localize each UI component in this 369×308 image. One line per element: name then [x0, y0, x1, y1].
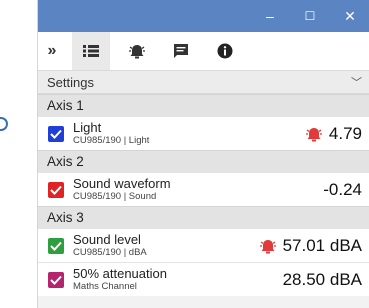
- settings-label: Settings: [47, 74, 94, 90]
- minimize-button[interactable]: –: [250, 0, 290, 32]
- axis-1-header: Axis 1: [38, 94, 369, 116]
- alarm-triggered-icon: [259, 238, 277, 254]
- channel-source: CU985/190 | Light: [73, 134, 150, 146]
- channel-source: CU985/190 | dBA: [73, 246, 147, 258]
- title-bar: – ☐ ✕: [38, 0, 369, 32]
- channel-checkbox[interactable]: [48, 237, 64, 254]
- channel-value: 57.01 dBA: [282, 235, 362, 255]
- channel-row-50-attenuation[interactable]: 50% attenuation Maths Channel 28.50 dBA: [38, 262, 369, 296]
- close-button[interactable]: ✕: [330, 0, 369, 32]
- chevron-down-icon: ﹀: [351, 77, 362, 89]
- channel-source: CU985/190 | Sound: [73, 190, 157, 202]
- channel-name: 50% attenuation: [73, 266, 167, 282]
- data-panel: – ☐ ✕ » Settings ﹀ Axis 1 Light CU985/19…: [37, 0, 369, 308]
- info-button[interactable]: [206, 32, 244, 70]
- expand-panel-button[interactable]: »: [38, 32, 66, 70]
- channel-row-sound-level[interactable]: Sound level CU985/190 | dBA 57.01 dBA: [38, 228, 369, 262]
- channel-checkbox[interactable]: [48, 181, 64, 198]
- channel-checkbox[interactable]: [48, 125, 64, 142]
- check-icon: [50, 185, 62, 195]
- axis-2-header: Axis 2: [38, 150, 369, 172]
- alarm-triggered-icon: [305, 126, 323, 142]
- channel-value: -0.24: [323, 179, 362, 199]
- check-icon: [50, 275, 62, 285]
- toolbar: »: [38, 32, 369, 71]
- channel-value: 28.50 dBA: [282, 269, 362, 289]
- channel-value: 4.79: [328, 123, 362, 143]
- channel-name: Sound waveform: [73, 176, 171, 192]
- channel-checkbox[interactable]: [48, 271, 64, 288]
- channel-name: Sound level: [73, 232, 141, 248]
- notes-icon: [174, 44, 188, 58]
- axis-3-header: Axis 3: [38, 206, 369, 228]
- check-icon: [50, 129, 62, 139]
- channel-name: Light: [73, 120, 102, 136]
- list-view-button[interactable]: [72, 32, 110, 70]
- notes-button[interactable]: [162, 32, 200, 70]
- channel-source: Maths Channel: [73, 280, 137, 292]
- settings-section[interactable]: Settings ﹀: [38, 71, 369, 94]
- channel-row-light[interactable]: Light CU985/190 | Light 4.79: [38, 116, 369, 150]
- maximize-button[interactable]: ☐: [290, 0, 330, 32]
- alarms-button[interactable]: [118, 32, 156, 70]
- info-icon: [217, 43, 233, 59]
- background-window-edge: [0, 117, 8, 131]
- alarm-icon: [129, 45, 145, 59]
- check-icon: [50, 241, 62, 251]
- channel-row-sound-waveform[interactable]: Sound waveform CU985/190 | Sound -0.24: [38, 172, 369, 206]
- list-icon: [83, 45, 99, 57]
